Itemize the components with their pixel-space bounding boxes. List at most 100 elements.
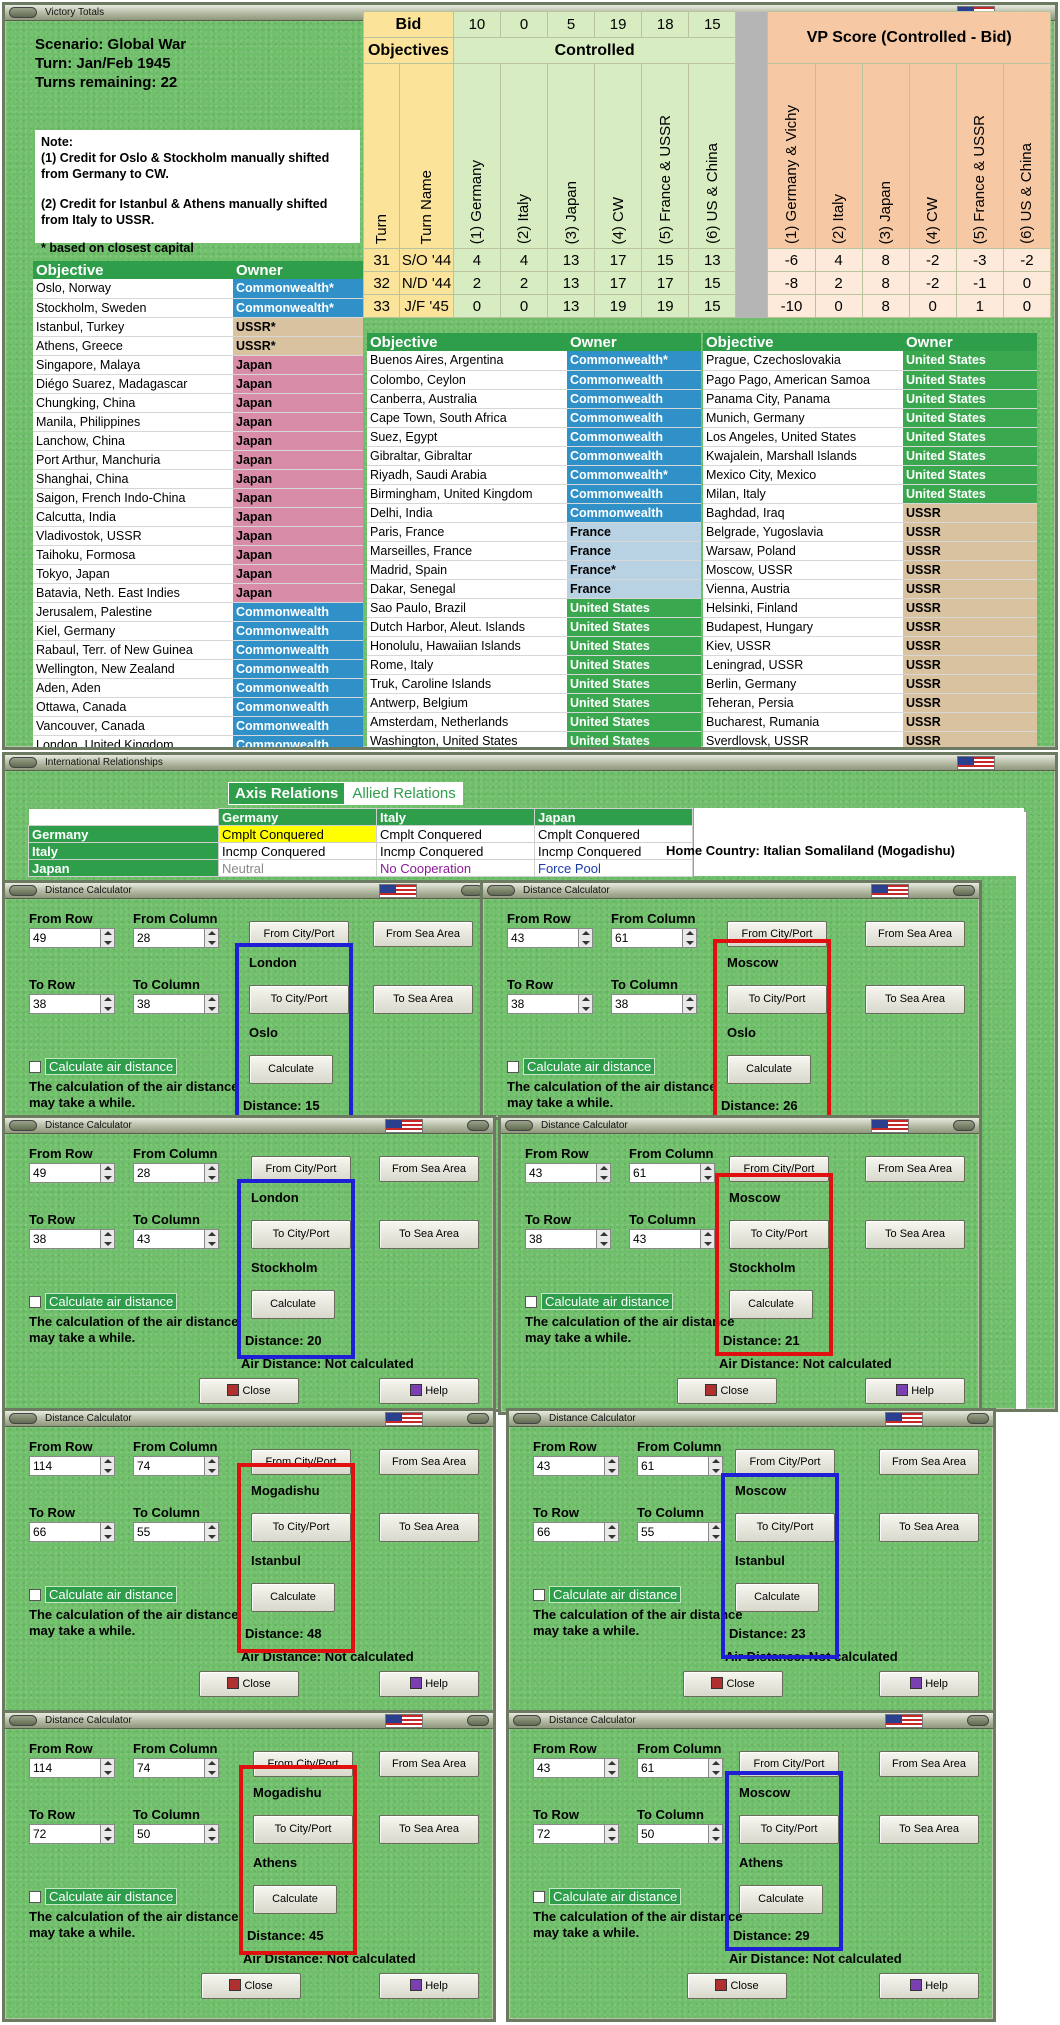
spinner-arrows-icon[interactable] [204,929,218,947]
close-button[interactable]: Close [677,1378,777,1404]
spinner-arrows-icon[interactable] [100,929,114,947]
close-window-icon[interactable] [467,1413,489,1424]
spinner-arrows-icon[interactable] [578,929,592,947]
to-row-input[interactable]: 72 [533,1824,619,1844]
spinner-arrows-icon[interactable] [204,1230,218,1248]
spinner-arrows-icon[interactable] [204,1759,218,1777]
window-menu-icon[interactable] [9,885,37,896]
air-distance-checkbox[interactable] [29,1589,41,1601]
from-row-input[interactable]: 114 [29,1758,115,1778]
air-distance-checkbox[interactable] [29,1296,41,1308]
calculator-titlebar[interactable]: Distance Calculator [5,1411,493,1427]
to-column-input[interactable]: 55 [637,1522,723,1542]
to-sea-button[interactable]: To Sea Area [865,985,965,1014]
close-button[interactable]: Close [201,1973,301,1999]
calculator-titlebar[interactable]: Distance Calculator [5,883,487,899]
spinner-arrows-icon[interactable] [578,995,592,1013]
close-window-icon[interactable] [953,1120,975,1131]
spinner-arrows-icon[interactable] [596,1164,610,1182]
from-column-input[interactable]: 61 [637,1456,723,1476]
spinner-arrows-icon[interactable] [708,1457,722,1475]
air-distance-checkbox[interactable] [533,1589,545,1601]
help-button[interactable]: Help [865,1378,965,1404]
from-sea-button[interactable]: From Sea Area [379,1156,479,1182]
to-column-input[interactable]: 50 [133,1824,219,1844]
to-row-input[interactable]: 38 [507,994,593,1014]
from-sea-button[interactable]: From Sea Area [879,1449,979,1475]
from-row-input[interactable]: 43 [525,1163,611,1183]
close-window-icon[interactable] [953,885,975,896]
help-button[interactable]: Help [879,1671,979,1697]
spinner-arrows-icon[interactable] [604,1759,618,1777]
from-sea-button[interactable]: From Sea Area [373,921,473,947]
to-row-input[interactable]: 38 [29,1229,115,1249]
close-window-icon[interactable] [967,1413,989,1424]
calculator-titlebar[interactable]: Distance Calculator [5,1118,493,1134]
air-distance-checkbox-label[interactable]: Calculate air distance [541,1293,674,1310]
to-row-input[interactable]: 66 [533,1522,619,1542]
tab-axis-relations[interactable]: Axis Relations [228,782,346,805]
window-menu-icon[interactable] [513,1413,541,1424]
spinner-arrows-icon[interactable] [682,995,696,1013]
calculator-titlebar[interactable]: Distance Calculator [509,1411,993,1427]
spinner-arrows-icon[interactable] [100,1164,114,1182]
spinner-arrows-icon[interactable] [204,1164,218,1182]
spinner-arrows-icon[interactable] [708,1523,722,1541]
spinner-arrows-icon[interactable] [100,1457,114,1475]
spinner-arrows-icon[interactable] [708,1759,722,1777]
window-menu-icon[interactable] [9,1120,37,1131]
close-button[interactable]: Close [687,1973,787,1999]
air-distance-checkbox[interactable] [507,1061,519,1073]
air-distance-checkbox-label[interactable]: Calculate air distance [45,1058,178,1075]
close-window-icon[interactable] [467,1715,489,1726]
spinner-arrows-icon[interactable] [100,1759,114,1777]
to-row-input[interactable]: 38 [29,994,115,1014]
spinner-arrows-icon[interactable] [204,995,218,1013]
window-menu-icon[interactable] [9,7,37,18]
from-row-input[interactable]: 43 [533,1758,619,1778]
from-row-input[interactable]: 49 [29,928,115,948]
spinner-arrows-icon[interactable] [204,1825,218,1843]
from-column-input[interactable]: 74 [133,1758,219,1778]
spinner-arrows-icon[interactable] [682,929,696,947]
relations-scrollbar[interactable] [1015,811,1027,1409]
close-button[interactable]: Close [199,1378,299,1404]
to-column-input[interactable]: 43 [629,1229,715,1249]
from-row-input[interactable]: 114 [29,1456,115,1476]
from-column-input[interactable]: 28 [133,928,219,948]
help-button[interactable]: Help [379,1671,479,1697]
to-column-input[interactable]: 43 [133,1229,219,1249]
from-sea-button[interactable]: From Sea Area [379,1449,479,1475]
calculator-titlebar[interactable]: Distance Calculator [509,1713,993,1729]
spinner-arrows-icon[interactable] [100,995,114,1013]
from-column-input[interactable]: 74 [133,1456,219,1476]
close-button[interactable]: Close [199,1671,299,1697]
to-row-input[interactable]: 72 [29,1824,115,1844]
air-distance-checkbox-label[interactable]: Calculate air distance [523,1058,656,1075]
calculator-titlebar[interactable]: Distance Calculator [501,1118,979,1134]
spinner-arrows-icon[interactable] [204,1457,218,1475]
to-column-input[interactable]: 38 [133,994,219,1014]
window-menu-icon[interactable] [9,1413,37,1424]
from-row-input[interactable]: 43 [507,928,593,948]
close-button[interactable]: Close [683,1671,783,1697]
spinner-arrows-icon[interactable] [604,1523,618,1541]
help-button[interactable]: Help [879,1973,979,1999]
calculator-titlebar[interactable]: Distance Calculator [5,1713,493,1729]
to-row-input[interactable]: 38 [525,1229,611,1249]
to-sea-button[interactable]: To Sea Area [379,1513,479,1542]
to-column-input[interactable]: 38 [611,994,697,1014]
spinner-arrows-icon[interactable] [604,1825,618,1843]
window-menu-icon[interactable] [9,757,37,768]
spinner-arrows-icon[interactable] [100,1523,114,1541]
air-distance-checkbox-label[interactable]: Calculate air distance [549,1586,682,1603]
to-sea-button[interactable]: To Sea Area [379,1815,479,1844]
air-distance-checkbox[interactable] [533,1891,545,1903]
window-menu-icon[interactable] [487,885,515,896]
help-button[interactable]: Help [379,1378,479,1404]
spinner-arrows-icon[interactable] [700,1164,714,1182]
air-distance-checkbox-label[interactable]: Calculate air distance [45,1586,178,1603]
to-column-input[interactable]: 55 [133,1522,219,1542]
from-column-input[interactable]: 61 [611,928,697,948]
to-sea-button[interactable]: To Sea Area [379,1220,479,1249]
